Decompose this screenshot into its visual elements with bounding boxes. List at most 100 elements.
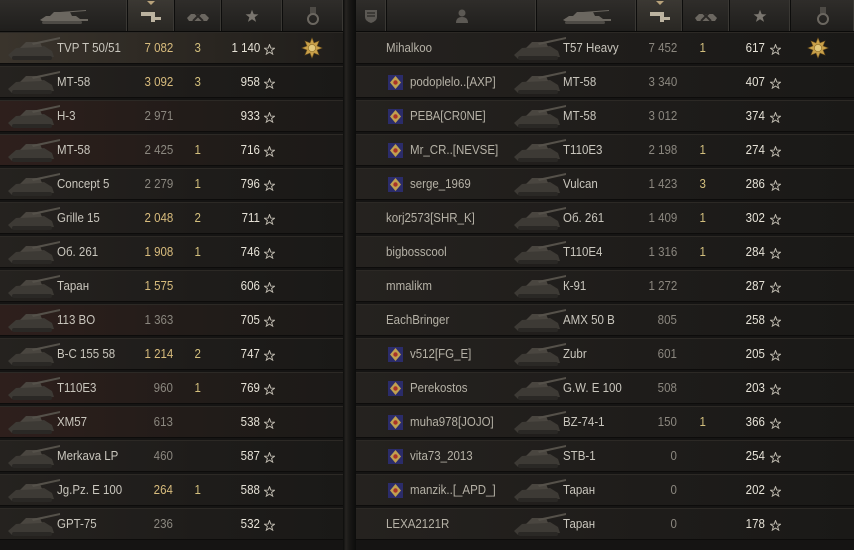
col-tank-header-right[interactable] bbox=[537, 0, 637, 31]
medal-icon bbox=[816, 6, 829, 25]
tank-name: Merkava LP bbox=[57, 449, 119, 463]
star-icon bbox=[769, 416, 782, 430]
table-row[interactable]: podoplelo..[AXP] МТ-58 3 340 407 bbox=[356, 66, 854, 98]
table-row[interactable]: Таран 1 575 606 bbox=[0, 270, 343, 302]
kills-value: 3 bbox=[194, 41, 201, 55]
player-name[interactable]: bigbosscool bbox=[386, 237, 447, 267]
table-row[interactable]: GPT-75 236 532 bbox=[0, 508, 343, 540]
player-name[interactable]: muha978[JOJO] bbox=[410, 407, 494, 437]
table-row[interactable]: TVP T 50/51 7 082 3 1 140 bbox=[0, 32, 343, 64]
tank-image bbox=[2, 305, 64, 335]
damage-value: 2 198 bbox=[648, 143, 677, 157]
star-icon bbox=[769, 348, 782, 362]
table-row[interactable]: Mr_CR..[NEVSE] T110E3 2 198 1 274 bbox=[356, 134, 854, 166]
star-icon bbox=[769, 484, 782, 498]
damage-value: 508 bbox=[657, 381, 677, 395]
player-name[interactable]: korj2573[SHR_K] bbox=[386, 203, 475, 233]
table-row[interactable]: Mihalkoo T57 Heavy 7 452 1 617 bbox=[356, 32, 854, 64]
col-badge-header[interactable] bbox=[356, 0, 387, 31]
table-row[interactable]: bigbosscool T110E4 1 316 1 284 bbox=[356, 236, 854, 268]
star-icon bbox=[769, 518, 782, 532]
damage-value: 3 092 bbox=[144, 75, 173, 89]
col-medal-header[interactable] bbox=[283, 0, 343, 31]
kills-value: 1 bbox=[194, 483, 201, 497]
table-row[interactable]: muha978[JOJO] BZ-74-1 150 1 366 bbox=[356, 406, 854, 438]
damage-value: 3 340 bbox=[648, 75, 677, 89]
table-row[interactable]: LEXA2121R Таран 0 178 bbox=[356, 508, 854, 540]
table-row[interactable]: EachBringer AMX 50 B 805 258 bbox=[356, 304, 854, 336]
star-icon bbox=[769, 246, 782, 260]
star-icon bbox=[769, 144, 782, 158]
player-name[interactable]: РЕВА[CR0NE] bbox=[410, 101, 486, 131]
table-row[interactable]: korj2573[SHR_K] Об. 261 1 409 1 302 bbox=[356, 202, 854, 234]
damage-value: 264 bbox=[153, 483, 173, 497]
tank-name: BZ-74-1 bbox=[563, 415, 605, 429]
player-name[interactable]: mmalikm bbox=[386, 271, 432, 301]
player-name[interactable]: manzik..[_APD_] bbox=[410, 475, 496, 505]
table-row[interactable]: В-С 155 58 1 214 2 747 bbox=[0, 338, 343, 370]
player-name[interactable]: Mihalkoo bbox=[386, 33, 432, 63]
damage-value: 1 575 bbox=[144, 279, 173, 293]
player-name[interactable]: Perekostos bbox=[410, 373, 468, 403]
col-damage-header[interactable] bbox=[128, 0, 175, 31]
table-row[interactable]: Grille 15 2 048 2 711 bbox=[0, 202, 343, 234]
col-exp-header[interactable] bbox=[222, 0, 283, 31]
player-name[interactable]: podoplelo..[AXP] bbox=[410, 67, 496, 97]
damage-value: 1 409 bbox=[648, 211, 677, 225]
table-row[interactable]: Об. 261 1 908 1 746 bbox=[0, 236, 343, 268]
player-name[interactable]: Mr_CR..[NEVSE] bbox=[410, 135, 498, 165]
table-row[interactable]: Concept 5 2 279 1 796 bbox=[0, 168, 343, 200]
table-row[interactable]: serge_1969 Vulcan 1 423 3 286 bbox=[356, 168, 854, 200]
table-row[interactable]: Jg.Pz. E 100 264 1 588 bbox=[0, 474, 343, 506]
star-icon bbox=[769, 382, 782, 396]
player-name[interactable]: vita73_2013 bbox=[410, 441, 473, 471]
table-row[interactable]: Merkava LP 460 587 bbox=[0, 440, 343, 472]
col-damage-header-right[interactable] bbox=[637, 0, 683, 31]
star-icon bbox=[263, 110, 276, 124]
kills-value: 1 bbox=[194, 381, 201, 395]
damage-value: 601 bbox=[657, 347, 677, 361]
tank-image bbox=[508, 373, 570, 403]
table-row[interactable]: 113 BO 1 363 705 bbox=[0, 304, 343, 336]
col-tank-header[interactable] bbox=[0, 0, 128, 31]
right-header bbox=[356, 0, 854, 32]
exp-value: 254 bbox=[745, 449, 765, 463]
tank-name: Таран bbox=[563, 483, 596, 497]
star-icon bbox=[769, 212, 782, 226]
star-icon bbox=[263, 314, 276, 328]
kills-value: 1 bbox=[194, 245, 201, 259]
tank-image bbox=[508, 271, 570, 301]
col-player-header[interactable] bbox=[387, 0, 537, 31]
star-icon bbox=[753, 9, 767, 23]
exp-value: 587 bbox=[240, 449, 260, 463]
exp-value: 747 bbox=[240, 347, 260, 361]
col-exp-header-right[interactable] bbox=[730, 0, 791, 31]
player-name[interactable]: v512[FG_E] bbox=[410, 339, 471, 369]
exp-value: 366 bbox=[745, 415, 765, 429]
tank-image bbox=[2, 169, 64, 199]
table-row[interactable]: v512[FG_E] Zubr 601 205 bbox=[356, 338, 854, 370]
col-kills-header[interactable] bbox=[175, 0, 222, 31]
medal-icon bbox=[301, 37, 323, 59]
tank-name: AMX 50 B bbox=[563, 313, 615, 327]
table-row[interactable]: T110E3 960 1 769 bbox=[0, 372, 343, 404]
table-row[interactable]: manzik..[_APD_] Таран 0 202 bbox=[356, 474, 854, 506]
col-medal-header-right[interactable] bbox=[791, 0, 854, 31]
damage-value: 0 bbox=[670, 517, 677, 531]
table-row[interactable]: Н-3 2 971 933 bbox=[0, 100, 343, 132]
exp-value: 716 bbox=[240, 143, 260, 157]
badge-icon bbox=[387, 448, 404, 465]
table-row[interactable]: МТ-58 2 425 1 716 bbox=[0, 134, 343, 166]
table-row[interactable]: Perekostos G.W. E 100 508 203 bbox=[356, 372, 854, 404]
kills-value: 1 bbox=[699, 41, 706, 55]
table-row[interactable]: mmalikm К-91 1 272 287 bbox=[356, 270, 854, 302]
table-row[interactable]: vita73_2013 STB-1 0 254 bbox=[356, 440, 854, 472]
player-name[interactable]: serge_1969 bbox=[410, 169, 471, 199]
col-kills-header-right[interactable] bbox=[683, 0, 730, 31]
table-row[interactable]: XM57 613 538 bbox=[0, 406, 343, 438]
table-row[interactable]: РЕВА[CR0NE] МТ-58 3 012 374 bbox=[356, 100, 854, 132]
player-name[interactable]: EachBringer bbox=[386, 305, 449, 335]
player-name[interactable]: LEXA2121R bbox=[386, 509, 449, 539]
table-row[interactable]: МТ-58 3 092 3 958 bbox=[0, 66, 343, 98]
exp-value: 769 bbox=[240, 381, 260, 395]
